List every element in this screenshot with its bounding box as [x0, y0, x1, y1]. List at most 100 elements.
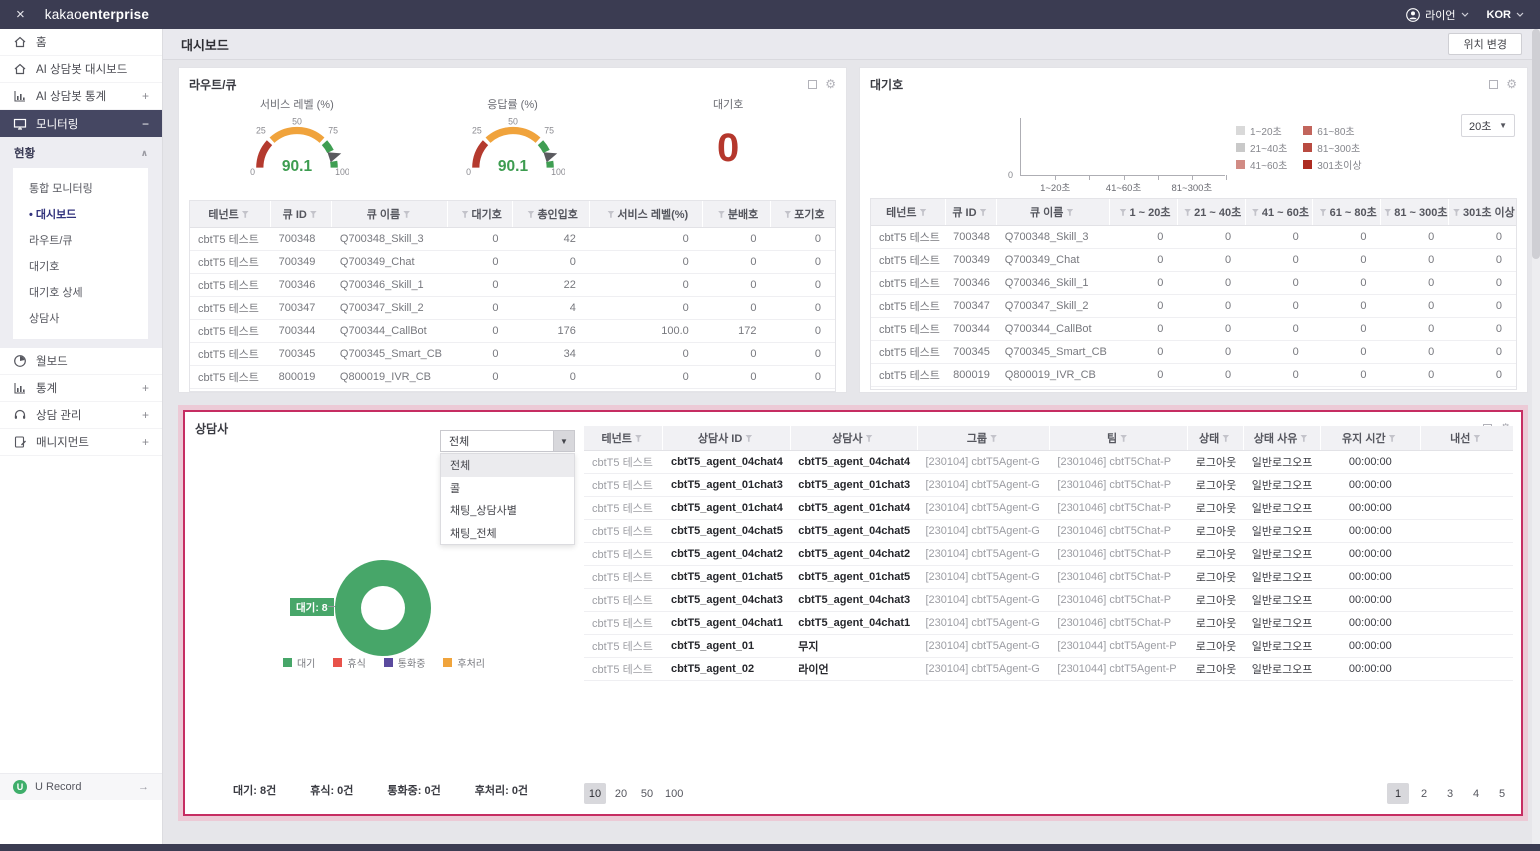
column-header[interactable]: 상담사	[789, 426, 918, 451]
filter-icon[interactable]	[990, 434, 998, 442]
sidebar-status-header[interactable]: 현황 ∧	[0, 137, 162, 168]
table-row[interactable]: cbtT5 테스트 700347 Q700347_Skill_2 0 4 0 0 0	[190, 296, 835, 320]
table-row[interactable]: cbtT5 테스트 800019 Q800019_IVR_CB 0 0 0 0 0	[190, 365, 835, 389]
sidebar-subitem[interactable]: 통합 모니터링	[13, 175, 148, 201]
table-row[interactable]: cbtT5 테스트 700347 Q700347_Skill_2 0 0 0 0 0 0	[871, 294, 1516, 318]
filter-icon[interactable]	[919, 208, 927, 216]
filter-icon[interactable]	[1388, 434, 1396, 442]
table-row[interactable]: cbtT5 테스트 800019 Q800019_IVR_CB 0 0 0 0 0 0	[871, 363, 1516, 387]
table-row[interactable]: cbtT5 테스트 cbtT5_agent_04chat5 cbtT5_agent_…	[584, 519, 1513, 543]
column-header[interactable]: 상태 사유	[1243, 426, 1321, 451]
column-header[interactable]: 큐 이름	[996, 199, 1110, 226]
table-row[interactable]: cbtT5 테스트 700344 Q700344_CallBot 0 0 0 0 0 0	[871, 317, 1516, 341]
table-row[interactable]: cbtT5 테스트 700349 Q700349_Chat 0 0 0 0 0 0	[871, 248, 1516, 272]
table-row[interactable]: cbtT5 테스트 700348 Q700348_Skill_3 0 42 0 0 0	[190, 227, 835, 251]
sidebar-item-wallboard[interactable]: 월보드	[0, 348, 162, 375]
column-header[interactable]: 서비스 레벨(%)	[589, 201, 703, 228]
filter-icon[interactable]	[461, 210, 469, 218]
column-header[interactable]: 81 ~ 300초	[1380, 199, 1449, 226]
column-header[interactable]: 테넌트	[871, 199, 946, 226]
scrollbar-thumb[interactable]	[1532, 29, 1540, 259]
table-row[interactable]: cbtT5 테스트 cbtT5_agent_01chat3 cbtT5_agent_…	[584, 473, 1513, 497]
sidebar-item-ai-bot-stats[interactable]: AI 상담봇 통계 +	[0, 83, 162, 110]
interval-dropdown[interactable]: 20초 ▼	[1461, 114, 1515, 137]
filter-icon[interactable]	[1066, 208, 1074, 216]
column-header[interactable]: 41 ~ 60초	[1244, 199, 1313, 226]
sidebar-item-ai-bot-dashboard[interactable]: AI 상담봇 대시보드	[0, 56, 162, 83]
expand-plus-icon[interactable]: +	[142, 435, 149, 449]
dropdown-option[interactable]: 전체	[441, 454, 574, 477]
table-row[interactable]: cbtT5 테스트 700344 Q700344_CallBot 0 176 100.0 1…	[190, 319, 835, 343]
filter-icon[interactable]	[717, 210, 725, 218]
table-row[interactable]: cbtT5 테스트 700346 Q700346_Skill_1 0 22 0 0 0	[190, 273, 835, 297]
filter-icon[interactable]	[403, 210, 411, 218]
filter-icon[interactable]	[241, 210, 249, 218]
filter-icon[interactable]	[745, 434, 753, 442]
sidebar-subitem[interactable]: 대기호 상세	[13, 279, 148, 305]
page-size-button[interactable]: 50	[636, 783, 658, 804]
expand-plus-icon[interactable]: +	[142, 381, 149, 395]
column-header[interactable]: 상태	[1187, 426, 1244, 451]
sidebar-item-urecord[interactable]: U U Record →	[0, 773, 162, 800]
gear-icon[interactable]: ⚙	[825, 78, 836, 90]
column-header[interactable]: 큐 ID	[944, 199, 997, 226]
filter-icon[interactable]	[1251, 208, 1259, 216]
column-header[interactable]: 포기호	[769, 201, 835, 228]
dropdown-option[interactable]: 채팅_전체	[441, 522, 574, 545]
column-header[interactable]: 총인입호	[511, 201, 590, 228]
logo[interactable]: kakaoenterprise	[45, 7, 149, 22]
filter-icon[interactable]	[1384, 208, 1392, 216]
expand-plus-icon[interactable]: +	[142, 89, 149, 103]
table-row[interactable]: cbtT5 테스트 700346 Q700346_Skill_1 0 0 0 0 0 0	[871, 271, 1516, 295]
column-header[interactable]: 큐 ID	[270, 201, 332, 228]
page-size-button[interactable]: 20	[610, 783, 632, 804]
column-header[interactable]: 테넌트	[584, 426, 663, 451]
menu-close-icon[interactable]: ×	[16, 6, 25, 23]
column-header[interactable]: 테넌트	[190, 201, 271, 228]
expand-plus-icon[interactable]: +	[142, 408, 149, 422]
vertical-scrollbar[interactable]	[1532, 29, 1540, 844]
filter-icon[interactable]	[1300, 434, 1308, 442]
table-row[interactable]: cbtT5 테스트 cbtT5_agent_02 라이언 [230104] cbtT5…	[584, 657, 1513, 681]
sidebar-item-stats[interactable]: 통계 +	[0, 375, 162, 402]
agent-filter-dropdown[interactable]: 전체 ▼	[440, 430, 575, 452]
column-header[interactable]: 내선	[1419, 426, 1513, 451]
page-button[interactable]: 1	[1387, 783, 1409, 804]
column-header[interactable]: 분배호	[702, 201, 771, 228]
table-row[interactable]: cbtT5 테스트 700349 Q700349_Chat 0 0 0 0 0	[190, 250, 835, 274]
table-row[interactable]: cbtT5 테스트 700345 Q700345_Smart_CB 0 34 0 0 0	[190, 342, 835, 366]
dropdown-option[interactable]: 콜	[441, 477, 574, 500]
filter-icon[interactable]	[1120, 434, 1128, 442]
filter-icon[interactable]	[784, 210, 792, 218]
table-row[interactable]: cbtT5 테스트 cbtT5_agent_01chat5 cbtT5_agent_…	[584, 565, 1513, 589]
table-row[interactable]: cbtT5 테스트 cbtT5_agent_04chat3 cbtT5_agent_…	[584, 588, 1513, 612]
filter-icon[interactable]	[607, 210, 615, 218]
column-header[interactable]: 21 ~ 40초	[1176, 199, 1246, 226]
dropdown-option[interactable]: 채팅_상담사별	[441, 499, 574, 522]
expand-window-icon[interactable]	[808, 79, 818, 89]
page-button[interactable]: 2	[1413, 783, 1435, 804]
table-row[interactable]: cbtT5 테스트 cbtT5_agent_04chat4 cbtT5_agent_…	[584, 450, 1513, 474]
sidebar-item-home[interactable]: 홈	[0, 29, 162, 56]
table-row[interactable]: cbtT5 테스트 cbtT5_agent_04chat1 cbtT5_agent_…	[584, 611, 1513, 635]
table-row[interactable]: cbtT5 테스트 cbtT5_agent_01 무지 [230104] cbtT5A…	[584, 634, 1513, 658]
filter-icon[interactable]	[1184, 208, 1192, 216]
page-size-button[interactable]: 10	[584, 783, 606, 804]
column-header[interactable]: 상담사 ID	[662, 426, 791, 451]
table-row[interactable]: cbtT5 테스트 cbtT5_agent_01chat4 cbtT5_agent_…	[584, 496, 1513, 520]
filter-icon[interactable]	[1319, 208, 1327, 216]
page-button[interactable]: 5	[1491, 783, 1513, 804]
filter-icon[interactable]	[1222, 434, 1230, 442]
column-header[interactable]: 그룹	[916, 426, 1050, 451]
sidebar-subitem[interactable]: 대기호	[13, 253, 148, 279]
column-header[interactable]: 301초 이상	[1447, 199, 1516, 226]
table-row[interactable]: cbtT5 테스트 cbtT5_agent_04chat2 cbtT5_agent_…	[584, 542, 1513, 566]
sidebar-subitem[interactable]: 대시보드	[13, 201, 148, 227]
filter-icon[interactable]	[1452, 208, 1460, 216]
filter-icon[interactable]	[634, 434, 642, 442]
sidebar-item-management[interactable]: 매니지먼트 +	[0, 429, 162, 456]
gear-icon[interactable]: ⚙	[1506, 78, 1517, 90]
expand-window-icon[interactable]	[1489, 79, 1499, 89]
table-row[interactable]: cbtT5 테스트 700348 Q700348_Skill_3 0 0 0 0 0 0	[871, 225, 1516, 249]
column-header[interactable]: 61 ~ 80초	[1312, 199, 1381, 226]
